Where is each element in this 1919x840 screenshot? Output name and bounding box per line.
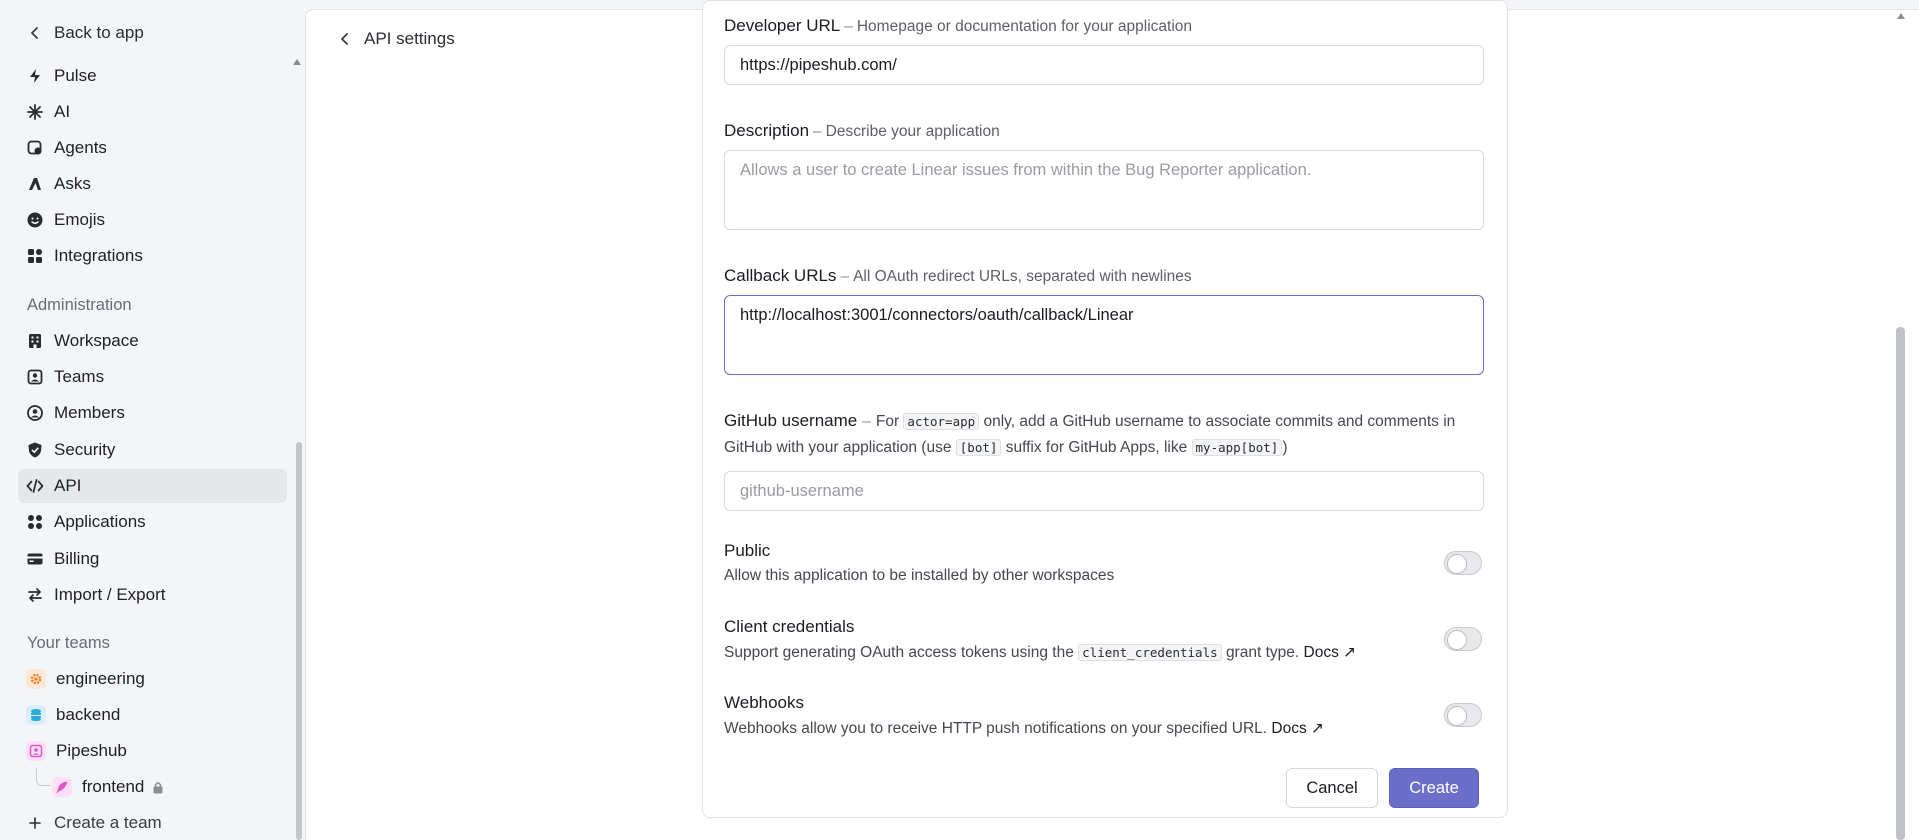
feather-icon xyxy=(52,777,72,797)
emoji-icon xyxy=(26,211,44,229)
webhooks-title: Webhooks xyxy=(724,693,805,712)
sidebar-item-import-export[interactable]: Import / Export xyxy=(18,578,287,612)
main-scrollbar[interactable] xyxy=(1896,327,1905,840)
public-toggle[interactable] xyxy=(1444,551,1482,575)
create-button[interactable]: Create xyxy=(1389,768,1479,808)
pulse-icon xyxy=(26,67,44,85)
sidebar-item-label: AI xyxy=(54,102,71,121)
client-credentials-docs-link[interactable]: Docs ↗ xyxy=(1304,644,1357,661)
sidebar-team-engineering[interactable]: engineering xyxy=(18,662,287,696)
sidebar-item-integrations[interactable]: Integrations xyxy=(18,239,287,273)
sidebar-item-label: Emojis xyxy=(54,210,106,229)
client-credentials-title: Client credentials xyxy=(724,617,855,636)
cancel-button[interactable]: Cancel xyxy=(1286,768,1378,808)
github-username-label: GitHub username – For actor=app only, add … xyxy=(724,411,1456,456)
sidebar-team-label: backend xyxy=(56,705,121,724)
chevron-left-icon xyxy=(31,27,38,39)
credit-card-icon xyxy=(26,550,44,568)
sidebar-team-pipeshub[interactable]: Pipeshub xyxy=(18,734,287,768)
sidebar-item-label: Applications xyxy=(54,512,146,531)
sidebar-team-label: engineering xyxy=(56,669,145,688)
sidebar-item-label: Security xyxy=(54,440,116,459)
sidebar-team-label: frontend xyxy=(82,777,145,796)
sidebar-item-ai[interactable]: AI xyxy=(18,95,287,129)
client-credentials-toggle[interactable] xyxy=(1444,627,1482,651)
sidebar-item-agents[interactable]: Agents xyxy=(18,131,287,165)
integrations-icon xyxy=(26,247,44,265)
applications-icon xyxy=(26,513,44,531)
sidebar-item-emojis[interactable]: Emojis xyxy=(18,203,287,237)
webhooks-docs-link[interactable]: Docs ↗ xyxy=(1271,720,1324,737)
chevron-left-icon xyxy=(341,33,348,45)
public-title: Public xyxy=(724,541,771,560)
sidebar-team-frontend[interactable]: frontend xyxy=(44,770,287,804)
teams-icon xyxy=(26,368,44,386)
webhooks-description: Webhooks allow you to receive HTTP push … xyxy=(724,720,1324,737)
api-settings-back-link[interactable]: API settings xyxy=(338,29,455,49)
inline-code: actor=app xyxy=(903,413,980,430)
building-icon xyxy=(26,332,44,350)
description-label: Description – Describe your application xyxy=(724,121,1000,140)
administration-heading: Administration xyxy=(27,296,132,314)
developer-url-input[interactable] xyxy=(724,45,1484,85)
webhooks-toggle[interactable] xyxy=(1444,703,1482,727)
ai-sparkle-icon xyxy=(26,103,44,121)
sidebar-item-workspace[interactable]: Workspace xyxy=(18,324,287,358)
agents-icon xyxy=(26,139,44,157)
sidebar-item-label: Import / Export xyxy=(54,585,166,604)
developer-url-label: Developer URL – Homepage or documentation … xyxy=(724,16,1193,35)
main-scroll-up-icon[interactable] xyxy=(1897,13,1905,19)
client-credentials-description: Support generating OAuth access tokens u… xyxy=(724,644,1357,661)
sidebar-team-label: Pipeshub xyxy=(56,741,127,760)
members-icon xyxy=(26,404,44,422)
back-to-app-label: Back to app xyxy=(54,23,144,42)
description-input[interactable] xyxy=(724,150,1484,230)
sidebar-item-label: API xyxy=(54,476,82,495)
back-to-app-link[interactable]: Back to app xyxy=(28,20,144,46)
sidebar-item-label: Billing xyxy=(54,549,100,568)
sidebar-item-security[interactable]: Security xyxy=(18,433,287,467)
sidebar-item-label: Asks xyxy=(54,174,91,193)
sidebar-item-label: Teams xyxy=(54,367,105,386)
shield-icon xyxy=(26,441,44,459)
public-description: Allow this application to be installed b… xyxy=(724,567,1115,584)
main-panel: API settings Developer URL – Homepage or d… xyxy=(305,0,1919,840)
sidebar-scrollbar[interactable] xyxy=(296,442,302,840)
import-export-icon xyxy=(26,586,44,604)
gear-icon xyxy=(26,669,46,689)
sidebar-team-backend[interactable]: backend xyxy=(18,698,287,732)
inline-code: client_credentials xyxy=(1078,644,1222,661)
sidebar: Back to app Pulse AI Agents Asks Emojis … xyxy=(0,0,305,840)
code-icon xyxy=(26,477,44,495)
sidebar-item-applications[interactable]: Applications xyxy=(18,505,287,539)
sidebar-item-members[interactable]: Members xyxy=(18,396,287,430)
sidebar-item-teams[interactable]: Teams xyxy=(18,360,287,394)
your-teams-heading: Your teams xyxy=(27,634,110,652)
create-team-label: Create a team xyxy=(54,813,162,832)
api-settings-label: API settings xyxy=(364,29,455,48)
create-team-button[interactable]: Create a team xyxy=(18,806,287,840)
sidebar-item-pulse[interactable]: Pulse xyxy=(18,59,287,93)
asks-icon xyxy=(26,175,44,193)
sidebar-item-label: Integrations xyxy=(54,246,143,265)
sidebar-scroll-up-icon[interactable] xyxy=(293,59,301,65)
sidebar-item-label: Pulse xyxy=(54,66,97,85)
sidebar-item-label: Workspace xyxy=(54,331,139,350)
inline-code: my-app[bot] xyxy=(1191,439,1283,456)
create-application-form: Developer URL – Homepage or documentation … xyxy=(702,0,1508,818)
callback-urls-input[interactable]: http://localhost:3001/connectors/oauth/c… xyxy=(724,295,1484,375)
sidebar-item-billing[interactable]: Billing xyxy=(18,542,287,576)
plus-icon xyxy=(26,814,44,832)
database-icon xyxy=(26,705,46,725)
callback-urls-label: Callback URLs – All OAuth redirect URLs, s… xyxy=(724,266,1192,285)
lock-icon xyxy=(152,781,164,794)
sidebar-item-asks[interactable]: Asks xyxy=(18,167,287,201)
contact-card-icon xyxy=(26,741,46,761)
sidebar-item-api[interactable]: API xyxy=(18,469,287,503)
github-username-input[interactable] xyxy=(724,471,1484,511)
sidebar-item-label: Agents xyxy=(54,138,107,157)
sidebar-item-label: Members xyxy=(54,403,125,422)
inline-code: [bot] xyxy=(955,439,1002,456)
